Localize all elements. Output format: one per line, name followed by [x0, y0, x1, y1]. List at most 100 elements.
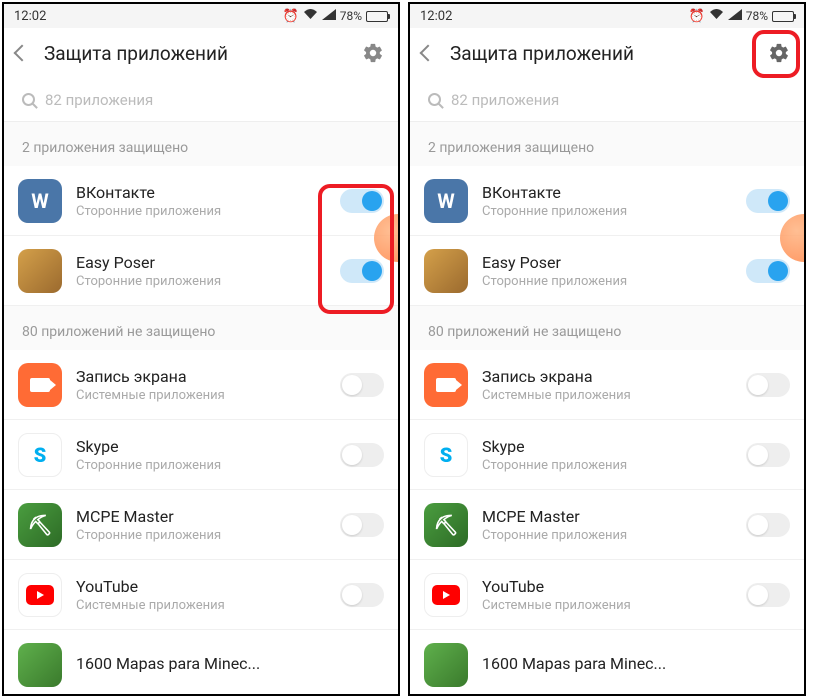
phone-right: 12:02 ⏰ 78% Защита приложений 82 приложе…	[408, 2, 806, 696]
app-category: Сторонние приложения	[482, 458, 732, 473]
app-list: 2 приложения защищено W ВКонтакте Сторон…	[410, 122, 804, 694]
settings-button[interactable]	[766, 40, 792, 66]
app-name: YouTube	[482, 577, 732, 596]
app-name: Easy Poser	[482, 253, 732, 272]
toggle-skype[interactable]	[746, 443, 790, 467]
signal-icon	[728, 9, 742, 24]
search-bar[interactable]: 82 приложения	[410, 78, 804, 122]
toggle-easy[interactable]	[746, 259, 790, 283]
toggle-mcpe[interactable]	[746, 513, 790, 537]
toggle-mcpe[interactable]	[340, 513, 384, 537]
app-icon-youtube	[424, 573, 468, 617]
status-time: 12:02	[420, 9, 452, 24]
app-category: Сторонние приложения	[76, 274, 326, 289]
app-row-yt[interactable]: YouTube Системные приложения	[410, 560, 804, 630]
app-row-yt[interactable]: YouTube Системные приложения	[4, 560, 398, 630]
battery-percent: 78%	[340, 9, 362, 23]
app-category: Системные приложения	[482, 598, 732, 613]
app-category: Системные приложения	[76, 598, 326, 613]
status-right: ⏰ 78%	[283, 8, 388, 24]
app-category: Сторонние приложения	[482, 204, 732, 219]
app-row-rec[interactable]: Запись экрана Системные приложения	[410, 350, 804, 420]
app-name: Запись экрана	[76, 367, 326, 386]
app-row-vk[interactable]: W ВКонтакте Сторонние приложения	[4, 166, 398, 236]
app-icon-mapas	[424, 643, 468, 687]
app-category: Сторонние приложения	[482, 528, 732, 543]
search-icon	[428, 93, 441, 106]
search-placeholder: 82 приложения	[45, 91, 153, 109]
app-row-easy[interactable]: Easy Poser Сторонние приложения	[410, 236, 804, 306]
header: Защита приложений	[410, 28, 804, 78]
header: Защита приложений	[4, 28, 398, 78]
protected-section-label: 2 приложения защищено	[4, 122, 398, 166]
app-icon-mcpe: ⛏	[18, 503, 62, 547]
app-icon-skype: S	[18, 433, 62, 477]
battery-icon	[772, 11, 794, 22]
app-list: 2 приложения защищено W ВКонтакте Сторон…	[4, 122, 398, 694]
app-row-skype[interactable]: S Skype Сторонние приложения	[410, 420, 804, 490]
app-row-mcpe[interactable]: ⛏ MCPE Master Сторонние приложения	[4, 490, 398, 560]
app-name: YouTube	[76, 577, 326, 596]
page-title: Защита приложений	[44, 42, 344, 65]
battery-icon	[366, 11, 388, 22]
toggle-rec[interactable]	[340, 373, 384, 397]
app-category: Системные приложения	[76, 388, 326, 403]
toggle-yt[interactable]	[340, 583, 384, 607]
app-category: Сторонние приложения	[76, 204, 326, 219]
gear-icon	[362, 42, 384, 64]
search-placeholder: 82 приложения	[451, 91, 559, 109]
app-name: MCPE Master	[76, 507, 326, 526]
app-name: Skype	[482, 437, 732, 456]
app-name: Skype	[76, 437, 326, 456]
app-name: ВКонтакте	[482, 183, 732, 202]
app-category: Системные приложения	[482, 388, 732, 403]
status-bar: 12:02 ⏰ 78%	[4, 4, 398, 28]
app-row-skype[interactable]: S Skype Сторонние приложения	[4, 420, 398, 490]
app-row-easy[interactable]: Easy Poser Сторонние приложения	[4, 236, 398, 306]
app-name: Запись экрана	[482, 367, 732, 386]
app-icon-vk: W	[18, 179, 62, 223]
app-row-vk[interactable]: W ВКонтакте Сторонние приложения	[410, 166, 804, 236]
wifi-icon	[303, 8, 318, 24]
app-row-mapas[interactable]: 1600 Mapas para Minec...	[4, 630, 398, 694]
back-button[interactable]	[420, 45, 437, 62]
settings-button[interactable]	[360, 40, 386, 66]
toggle-vk[interactable]	[746, 189, 790, 213]
toggle-vk[interactable]	[340, 189, 384, 213]
app-row-rec[interactable]: Запись экрана Системные приложения	[4, 350, 398, 420]
back-button[interactable]	[14, 45, 31, 62]
app-icon-vk: W	[424, 179, 468, 223]
status-right: ⏰ 78%	[689, 8, 794, 24]
app-icon-youtube	[18, 573, 62, 617]
unprotected-section-label: 80 приложений не защищено	[4, 306, 398, 350]
alarm-icon: ⏰	[283, 9, 299, 24]
app-name: 1600 Mapas para Minec...	[482, 654, 790, 673]
toggle-yt[interactable]	[746, 583, 790, 607]
toggle-easy[interactable]	[340, 259, 384, 283]
app-icon-mapas	[18, 643, 62, 687]
app-name: ВКонтакте	[76, 183, 326, 202]
status-time: 12:02	[14, 9, 46, 24]
battery-percent: 78%	[746, 9, 768, 23]
app-category: Сторонние приложения	[76, 458, 326, 473]
gear-icon	[768, 42, 790, 64]
status-bar: 12:02 ⏰ 78%	[410, 4, 804, 28]
protected-section-label: 2 приложения защищено	[410, 122, 804, 166]
search-bar[interactable]: 82 приложения	[4, 78, 398, 122]
app-icon-screenrecord	[424, 363, 468, 407]
toggle-rec[interactable]	[746, 373, 790, 397]
unprotected-section-label: 80 приложений не защищено	[410, 306, 804, 350]
app-name: MCPE Master	[482, 507, 732, 526]
app-icon-screenrecord	[18, 363, 62, 407]
app-icon-easyposer	[424, 249, 468, 293]
alarm-icon: ⏰	[689, 9, 705, 24]
app-name: Easy Poser	[76, 253, 326, 272]
signal-icon	[322, 9, 336, 24]
phone-left: 12:02 ⏰ 78% Защита приложений 82 приложе…	[2, 2, 400, 696]
app-category: Сторонние приложения	[76, 528, 326, 543]
toggle-skype[interactable]	[340, 443, 384, 467]
app-row-mcpe[interactable]: ⛏ MCPE Master Сторонние приложения	[410, 490, 804, 560]
app-icon-easyposer	[18, 249, 62, 293]
app-row-mapas[interactable]: 1600 Mapas para Minec...	[410, 630, 804, 694]
search-icon	[22, 93, 35, 106]
